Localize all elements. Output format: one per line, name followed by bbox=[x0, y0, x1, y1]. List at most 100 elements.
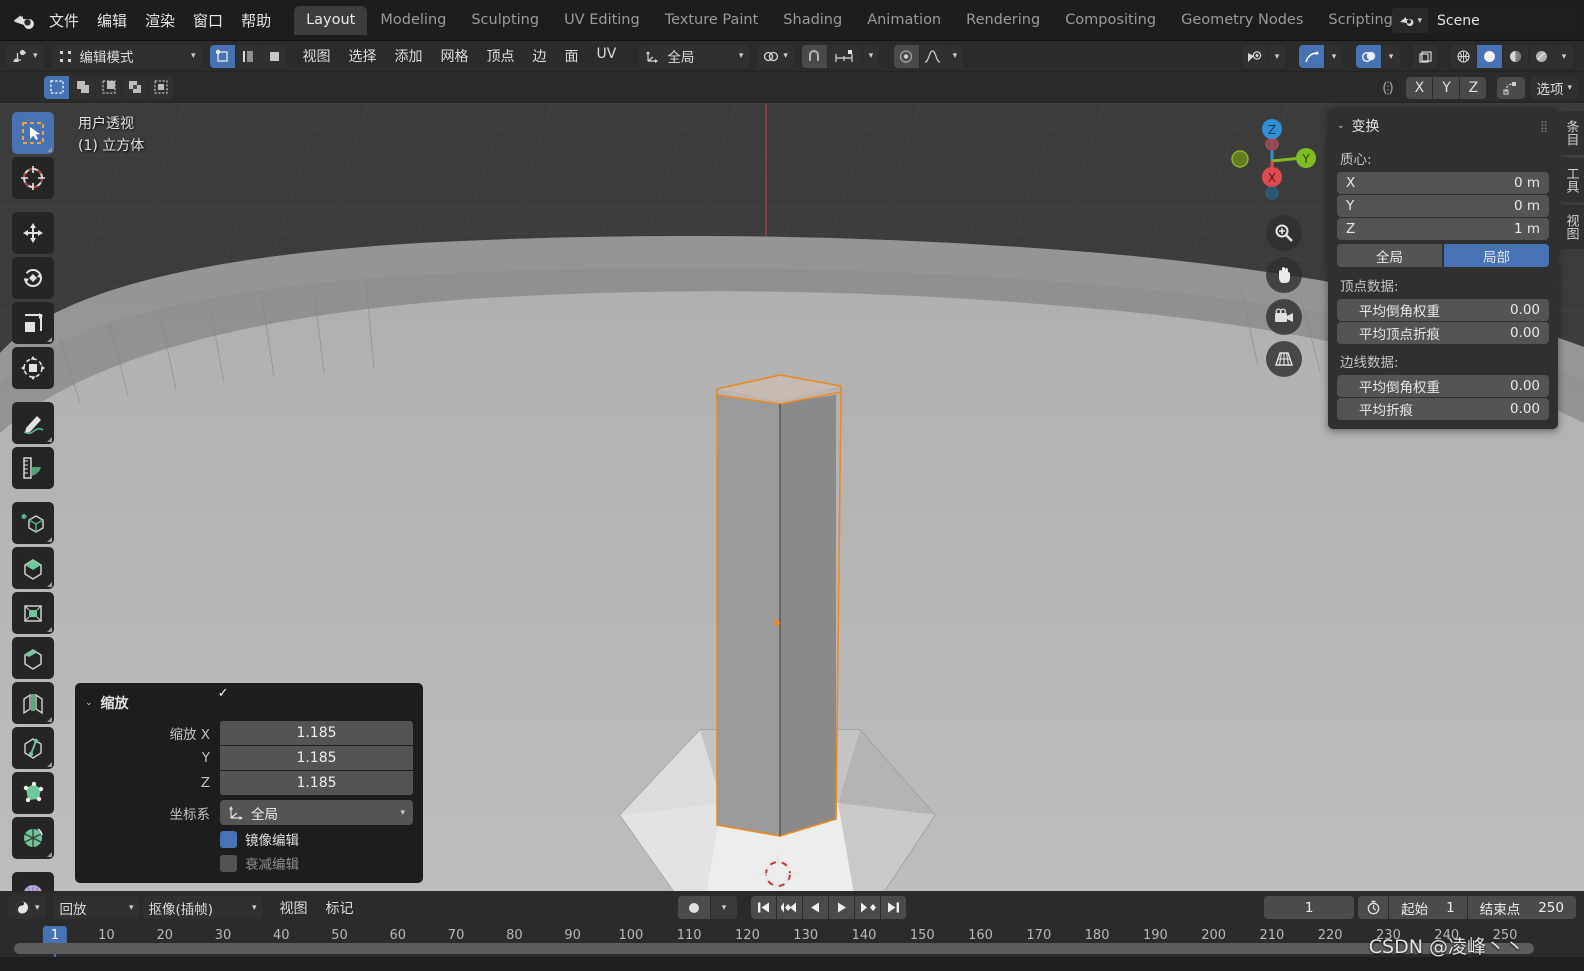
current-frame-field[interactable]: 1 bbox=[1264, 896, 1355, 919]
face-select-mode-button[interactable] bbox=[261, 44, 287, 68]
measure-tool-button[interactable] bbox=[12, 447, 54, 489]
workspace-tab-uv-editing[interactable]: UV Editing bbox=[552, 6, 652, 35]
chevron-down-icon[interactable]: ▾ bbox=[711, 896, 737, 919]
chevron-down-icon[interactable]: ⌄ bbox=[85, 698, 93, 708]
viewport-menu-4[interactable]: 顶点 bbox=[478, 46, 524, 66]
resize-y-field[interactable]: 1.185 bbox=[220, 746, 413, 770]
overlays-icon[interactable] bbox=[1356, 45, 1381, 68]
bevel-tool-button[interactable] bbox=[12, 637, 54, 679]
editor-type-selector[interactable]: ▾ bbox=[6, 44, 44, 68]
viewport-menu-3[interactable]: 网格 bbox=[432, 46, 478, 66]
median-y-field[interactable]: Y 0 m bbox=[1337, 195, 1549, 217]
view-axis-gizmo[interactable]: Z Y X bbox=[1222, 111, 1322, 211]
side-tab-1[interactable]: 工具 bbox=[1558, 158, 1584, 202]
playback-dropdown[interactable]: 回放 ▾ bbox=[53, 896, 140, 919]
panel-grip-icon[interactable]: ⣿ bbox=[1540, 121, 1549, 132]
proportional-falloff-icon[interactable] bbox=[919, 44, 946, 68]
transform-panel-header[interactable]: ⌄ 变换 ⣿ bbox=[1328, 108, 1558, 142]
proportional-editing-row[interactable]: 衰减编辑 bbox=[220, 853, 413, 873]
local-toggle-button[interactable]: 局部 bbox=[1444, 244, 1549, 267]
select-extend-tool-button[interactable] bbox=[70, 75, 95, 99]
resize-z-field[interactable]: 1.185 bbox=[220, 771, 413, 795]
orientation-dropdown[interactable]: 全局 ▾ bbox=[220, 800, 413, 825]
mirror-editing-checkbox[interactable]: ✓ bbox=[218, 687, 237, 848]
edge-crease-field[interactable]: 平均折痕 0.00 bbox=[1337, 398, 1549, 420]
viewport-menu-7[interactable]: UV bbox=[588, 46, 626, 66]
shading-solid-button[interactable] bbox=[1477, 45, 1502, 68]
chevron-down-icon[interactable]: ⌄ bbox=[1337, 121, 1345, 131]
add-cube-tool-button[interactable] bbox=[12, 502, 54, 544]
pan-hand-icon[interactable] bbox=[1266, 257, 1302, 293]
median-x-field[interactable]: X 0 m bbox=[1337, 172, 1549, 194]
workspace-tab-texture-paint[interactable]: Texture Paint bbox=[653, 6, 771, 35]
move-tool-button[interactable] bbox=[12, 212, 54, 254]
viewport-menu-0[interactable]: 视图 bbox=[294, 46, 340, 66]
play-reverse-icon[interactable] bbox=[803, 896, 828, 919]
mirror-axis-y[interactable]: Y bbox=[1433, 76, 1460, 99]
annotate-tool-button[interactable] bbox=[12, 402, 54, 444]
chevron-down-icon[interactable]: ▾ bbox=[1268, 45, 1286, 68]
workspace-tab-shading[interactable]: Shading bbox=[771, 6, 854, 35]
viewport-menu-5[interactable]: 边 bbox=[524, 46, 556, 66]
xray-icon[interactable] bbox=[1413, 45, 1438, 68]
use-preview-range-icon[interactable] bbox=[1358, 900, 1388, 915]
global-toggle-button[interactable]: 全局 bbox=[1337, 244, 1442, 267]
menu-0[interactable]: 文件 bbox=[40, 6, 88, 35]
workspace-tab-animation[interactable]: Animation bbox=[855, 6, 953, 35]
edge-select-mode-button[interactable] bbox=[235, 44, 261, 68]
workspace-tab-geometry-nodes[interactable]: Geometry Nodes bbox=[1169, 6, 1315, 35]
tweak-select-tool-button[interactable] bbox=[44, 75, 69, 99]
auto-keying-icon[interactable] bbox=[678, 896, 710, 919]
tweak-tool-button[interactable] bbox=[12, 112, 54, 154]
scene-name-field[interactable]: Scene bbox=[1428, 8, 1578, 33]
median-z-field[interactable]: Z 1 m bbox=[1337, 218, 1549, 240]
shading-material-button[interactable] bbox=[1503, 45, 1528, 68]
loop-cut-tool-button[interactable] bbox=[12, 682, 54, 724]
knife-tool-button[interactable] bbox=[12, 727, 54, 769]
play-icon[interactable] bbox=[829, 896, 854, 919]
3d-viewport[interactable]: 用户透视 (1) 立方体 Z Y X ⌄ 变换 ⣿ 质心: X 0 m Y 0 … bbox=[0, 103, 1584, 891]
side-tab-2[interactable]: 视图 bbox=[1558, 205, 1584, 249]
timeline-editor-type-selector[interactable]: ▾ bbox=[8, 896, 46, 919]
mode-selector[interactable]: 编辑模式 ▾ bbox=[51, 44, 202, 68]
vertex-select-mode-button[interactable] bbox=[209, 44, 235, 68]
workspace-tab-compositing[interactable]: Compositing bbox=[1053, 6, 1168, 35]
jump-to-end-icon[interactable] bbox=[881, 896, 906, 919]
pivot-point-selector[interactable]: ▾ bbox=[757, 44, 794, 68]
scene-icon[interactable]: ▾ bbox=[1392, 8, 1428, 33]
viewport-menu-2[interactable]: 添加 bbox=[386, 46, 432, 66]
workspace-tab-modeling[interactable]: Modeling bbox=[368, 6, 458, 35]
mesh-options-dropdown[interactable]: 选项 ▾ bbox=[1530, 76, 1578, 99]
menu-3[interactable]: 窗口 bbox=[184, 6, 232, 35]
rotate-tool-button[interactable] bbox=[12, 257, 54, 299]
scene-selector[interactable]: ▾ Scene bbox=[1392, 8, 1578, 33]
mirror-icon[interactable] bbox=[1375, 77, 1401, 99]
smooth-tool-button[interactable] bbox=[12, 872, 54, 891]
auto-merge-icon[interactable] bbox=[1497, 76, 1526, 99]
blender-logo-icon[interactable] bbox=[6, 6, 40, 34]
resize-x-field[interactable]: 1.185 bbox=[220, 721, 413, 745]
cursor-tool-button[interactable] bbox=[12, 157, 54, 199]
workspace-tab-rendering[interactable]: Rendering bbox=[954, 6, 1052, 35]
timeline-view-menu[interactable]: 视图 bbox=[271, 898, 317, 918]
mirror-editing-row[interactable]: ✓ 镜像编辑 bbox=[218, 687, 413, 849]
chevron-down-icon[interactable]: ▾ bbox=[1382, 45, 1400, 68]
select-subtract-tool-button[interactable] bbox=[96, 75, 121, 99]
snap-magnet-icon[interactable] bbox=[801, 44, 827, 68]
chevron-down-icon[interactable]: ▾ bbox=[1325, 45, 1343, 68]
inset-faces-tool-button[interactable] bbox=[12, 592, 54, 634]
visibility-icon[interactable] bbox=[1242, 45, 1267, 68]
chevron-down-icon[interactable]: ▾ bbox=[1555, 45, 1573, 68]
mirror-axis-z[interactable]: Z bbox=[1460, 76, 1487, 99]
menu-4[interactable]: 帮助 bbox=[232, 6, 280, 35]
operator-panel-header[interactable]: ⌄ 缩放 bbox=[75, 691, 423, 721]
shading-wireframe-button[interactable] bbox=[1451, 45, 1476, 68]
menu-2[interactable]: 渲染 bbox=[136, 6, 184, 35]
vertex-bevel-weight-field[interactable]: 平均倒角权重 0.00 bbox=[1337, 299, 1549, 321]
jump-to-start-icon[interactable] bbox=[751, 896, 776, 919]
chevron-down-icon[interactable]: ▾ bbox=[946, 44, 963, 68]
timeline-marker-menu[interactable]: 标记 bbox=[317, 898, 363, 918]
zoom-icon[interactable] bbox=[1266, 215, 1302, 251]
select-invert-tool-button[interactable] bbox=[122, 75, 147, 99]
workspace-tab-layout[interactable]: Layout bbox=[294, 5, 368, 35]
